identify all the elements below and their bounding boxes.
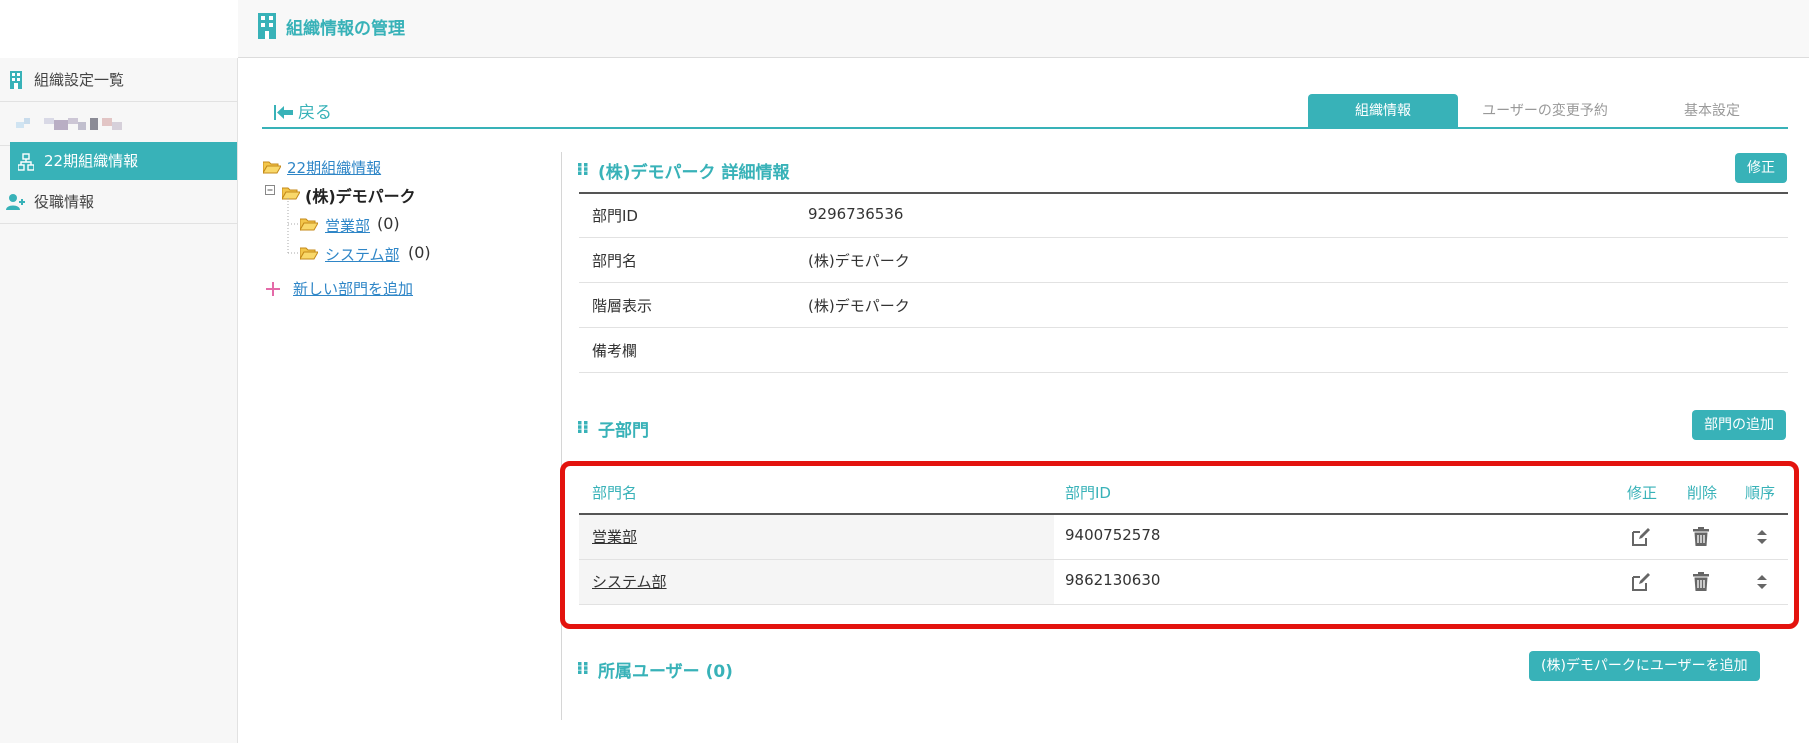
user-plus-icon: [6, 194, 25, 210]
grip-icon: [578, 421, 588, 433]
detail-key: 部門ID: [592, 207, 638, 225]
cell-name: 営業部: [579, 515, 1054, 559]
detail-row: 階層表示 (株)デモパーク: [579, 283, 1788, 328]
detail-title-text: (株)デモパーク 詳細情報: [598, 163, 790, 183]
folder-open-icon: [300, 247, 318, 260]
sidebar-item-22-org-info[interactable]: 22期組織情報: [10, 142, 237, 180]
sidebar-item-label: 組織設定一覧: [34, 71, 125, 89]
tab-org-info[interactable]: 組織情報: [1308, 94, 1458, 128]
tree-company-node[interactable]: (株)デモパーク: [305, 183, 416, 207]
building-icon: [10, 71, 22, 89]
back-link[interactable]: 戻る: [274, 98, 332, 123]
detail-value: (株)デモパーク: [808, 297, 910, 315]
folder-open-icon: [263, 161, 281, 174]
department-name-link[interactable]: システム部: [592, 571, 667, 592]
sidebar-item-org-settings[interactable]: 組織設定一覧: [0, 58, 238, 102]
detail-key: 備考欄: [592, 342, 638, 360]
tab-underline: [262, 127, 1788, 129]
table-row: システム部 9862130630: [579, 560, 1788, 605]
page-title: 組織情報の管理: [286, 19, 405, 39]
department-name-link[interactable]: 営業部: [592, 526, 637, 547]
tree-root-link[interactable]: 22期組織情報: [287, 157, 381, 178]
detail-section-title: (株)デモパーク 詳細情報: [578, 158, 789, 183]
users-section-title: 所属ユーザー (0): [578, 657, 733, 682]
col-header-id: 部門ID: [1065, 484, 1111, 502]
edit-button[interactable]: 修正: [1735, 153, 1787, 183]
edit-icon[interactable]: [1631, 527, 1651, 547]
detail-row: 部門ID 9296736536: [579, 193, 1788, 238]
redacted-block: [16, 118, 122, 130]
plus-icon[interactable]: [266, 282, 280, 296]
grip-icon: [578, 163, 588, 175]
trash-icon[interactable]: [1691, 572, 1711, 592]
sidebar-item-positions[interactable]: 役職情報: [0, 180, 238, 224]
detail-key: 階層表示: [592, 297, 653, 315]
table-row: 営業部 9400752578: [579, 515, 1788, 560]
back-label: 戻る: [298, 103, 332, 123]
tab-basic-settings[interactable]: 基本設定: [1640, 94, 1784, 128]
add-department-link[interactable]: 新しい部門を追加: [293, 278, 413, 299]
col-header-edit: 修正: [1627, 484, 1658, 502]
department-id: 9400752578: [1065, 526, 1161, 544]
users-title-text: 所属ユーザー (0): [598, 662, 733, 682]
building-icon: [258, 13, 276, 39]
tree-child-count: (0): [408, 243, 431, 262]
tree-child-link[interactable]: システム部: [325, 244, 400, 265]
arrow-left-icon: [274, 105, 293, 120]
sidebar: 組織設定一覧 22期組織情報 役職情報: [0, 58, 238, 743]
detail-value: 9296736536: [808, 205, 904, 223]
detail-row: 備考欄: [579, 328, 1788, 373]
detail-row: 部門名 (株)デモパーク: [579, 238, 1788, 283]
detail-key: 部門名: [592, 252, 638, 270]
children-title-text: 子部門: [598, 421, 649, 441]
children-section-title: 子部門: [578, 416, 649, 441]
col-header-order: 順序: [1745, 484, 1776, 502]
tree-divider: [561, 152, 562, 720]
add-child-department-button[interactable]: 部門の追加: [1692, 410, 1786, 440]
col-header-name: 部門名: [592, 484, 638, 502]
edit-icon[interactable]: [1631, 572, 1651, 592]
tree-child-count: (0): [377, 214, 400, 233]
sidebar-item-label: 役職情報: [34, 193, 95, 211]
col-header-delete: 削除: [1687, 484, 1718, 502]
trash-icon[interactable]: [1691, 527, 1711, 547]
folder-open-icon: [300, 218, 318, 231]
page-header: 組織情報の管理: [238, 0, 1809, 58]
detail-value: (株)デモパーク: [808, 252, 910, 270]
sidebar-item-redacted[interactable]: [0, 102, 238, 146]
grip-icon: [578, 662, 588, 674]
add-user-button[interactable]: (株)デモパークにユーザーを追加: [1529, 651, 1760, 681]
cell-name: システム部: [579, 560, 1054, 604]
sitemap-icon: [18, 153, 34, 171]
sort-icon[interactable]: [1756, 527, 1768, 547]
sidebar-item-label: 22期組織情報: [44, 152, 139, 170]
department-id: 9862130630: [1065, 571, 1161, 589]
tree-collapse-icon[interactable]: [265, 185, 277, 197]
sort-icon[interactable]: [1756, 572, 1768, 592]
tree-child-link[interactable]: 営業部: [325, 215, 370, 236]
tab-user-change-reservation[interactable]: ユーザーの変更予約: [1470, 94, 1620, 128]
